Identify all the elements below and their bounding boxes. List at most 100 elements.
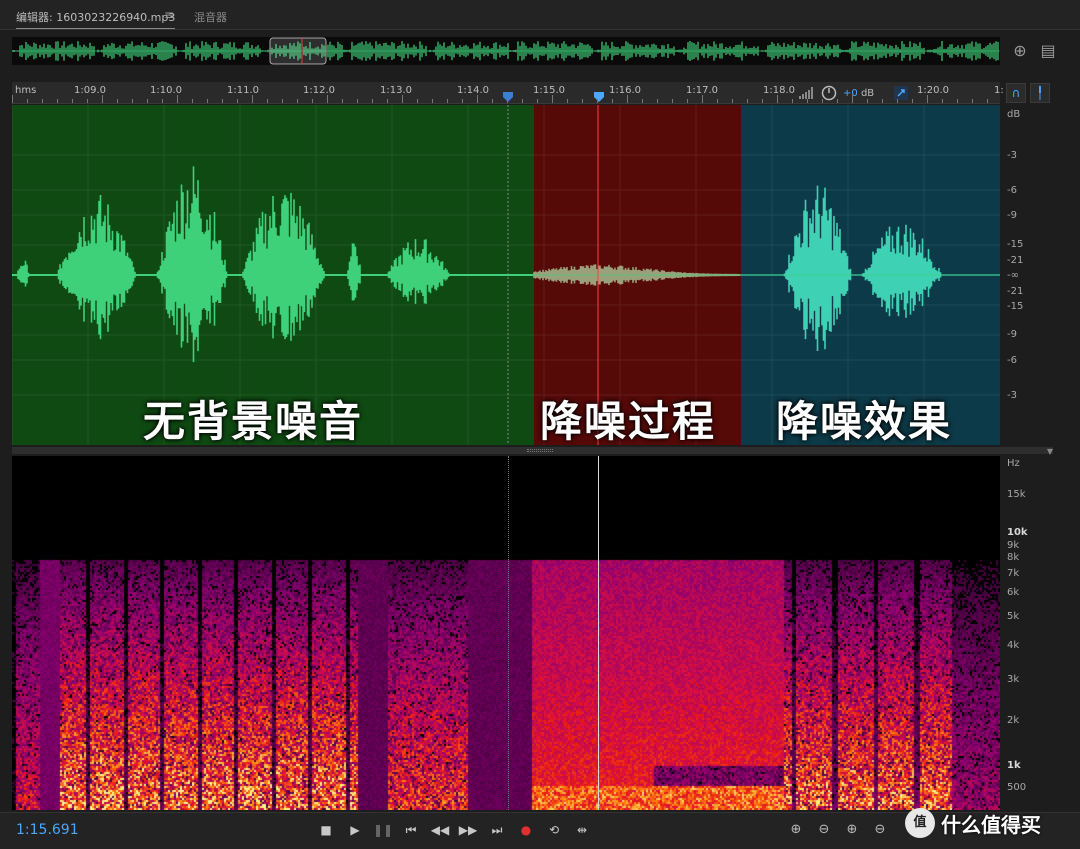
- zoom-in-time-icon[interactable]: ⊕: [842, 821, 862, 839]
- ruler-tick-mark: [207, 99, 208, 103]
- ruler-tick-label: 1:: [994, 85, 1004, 96]
- ruler-tick-mark: [747, 99, 748, 103]
- ruler-tick-mark: [477, 95, 478, 103]
- db-label: -15: [1007, 301, 1024, 312]
- collapse-caret-icon[interactable]: ▼: [1047, 447, 1053, 456]
- ruler-tick-mark: [102, 95, 103, 103]
- ruler-tick-mark: [852, 95, 853, 103]
- ruler-tick-mark: [177, 95, 178, 103]
- skip-to-start-icon[interactable]: ⏮: [401, 821, 421, 839]
- db-label: -9: [1007, 210, 1017, 221]
- db-label: -21: [1007, 286, 1024, 297]
- pin-icon[interactable]: [894, 86, 909, 100]
- ruler-tick-label: 1:18.0: [763, 85, 795, 96]
- current-timecode[interactable]: 1:15.691: [16, 822, 79, 838]
- playhead-marker-icon[interactable]: [594, 92, 604, 102]
- playhead-line: [598, 456, 599, 810]
- snap-magnet-icon[interactable]: ∩: [1006, 83, 1026, 103]
- ruler-tick-mark: [597, 99, 598, 103]
- hz-unit: Hz: [1007, 458, 1020, 469]
- ruler-tick-mark: [657, 99, 658, 103]
- ruler-tick-mark: [42, 99, 43, 103]
- ruler-hud: +0 dB: [795, 84, 913, 102]
- ruler-tick-mark: [432, 99, 433, 103]
- stop-icon[interactable]: ■: [316, 821, 336, 839]
- hz-label: 15k: [1007, 489, 1026, 500]
- skip-selection-icon[interactable]: ⇹: [572, 821, 592, 839]
- label-no-noise: 无背景噪音: [143, 397, 364, 446]
- ruler-tick-mark: [522, 99, 523, 103]
- ruler-tick-mark: [27, 99, 28, 103]
- play-icon[interactable]: ▶: [345, 821, 365, 839]
- tab-editor[interactable]: 编辑器: 1603023226940.mp3: [16, 9, 176, 29]
- ruler-tick-label: 1:13.0: [380, 85, 412, 96]
- hz-label: 500: [1007, 782, 1027, 793]
- ruler-tick-mark: [957, 99, 958, 103]
- gain-readout[interactable]: +0 dB: [843, 88, 874, 99]
- hz-label: 8k: [1007, 552, 1020, 563]
- rewind-icon[interactable]: ◀◀: [430, 821, 450, 839]
- record-icon[interactable]: ●: [516, 821, 536, 839]
- fast-forward-icon[interactable]: ▶▶: [458, 821, 478, 839]
- ruler-tick-mark: [87, 99, 88, 103]
- ruler-tick-label: 1:20.0: [917, 85, 949, 96]
- ruler-tick-mark: [912, 99, 913, 103]
- ruler-tick-mark: [627, 95, 628, 103]
- ruler-tick-label: 1:16.0: [609, 85, 641, 96]
- divider-grip[interactable]: [527, 449, 553, 452]
- ruler-tick-mark: [357, 99, 358, 103]
- ruler-tick-mark: [642, 99, 643, 103]
- tab-mixer[interactable]: 混音器: [194, 9, 227, 25]
- volume-knob-icon[interactable]: [821, 85, 837, 101]
- ruler-tick-mark: [762, 99, 763, 103]
- overview-waveform[interactable]: [12, 37, 1000, 65]
- zoom-in-amplitude-icon[interactable]: ⊕: [786, 821, 806, 839]
- hz-label: 5k: [1007, 611, 1020, 622]
- ruler-tick-mark: [507, 99, 508, 103]
- spectrogram-panel[interactable]: [12, 456, 1000, 810]
- ruler-tick-mark: [492, 99, 493, 103]
- hz-label: 10k: [1007, 527, 1028, 538]
- db-label: -3: [1007, 390, 1017, 401]
- watermark-text: 什么值得买: [941, 812, 1041, 837]
- zoom-out-amplitude-icon[interactable]: ⊖: [814, 821, 834, 839]
- pause-icon[interactable]: ❚❚: [373, 821, 393, 839]
- ruler-tick-mark: [612, 99, 613, 103]
- db-unit: dB: [1007, 109, 1021, 120]
- panel-menu-icon[interactable]: ▤: [1038, 41, 1058, 61]
- ruler-tick-mark: [582, 99, 583, 103]
- db-label: -6: [1007, 355, 1017, 366]
- marker-in-icon[interactable]: [503, 92, 513, 102]
- skip-to-end-icon[interactable]: ⏭: [487, 821, 507, 839]
- watermark-badge: 值: [905, 808, 935, 838]
- ruler-tick-mark: [702, 95, 703, 103]
- ruler-tick-mark: [807, 99, 808, 103]
- ruler-tick-mark: [387, 99, 388, 103]
- gain-value: +0: [843, 87, 858, 99]
- ruler-tick-label: 1:14.0: [457, 85, 489, 96]
- marker-pin-icon[interactable]: ╿: [1030, 83, 1050, 103]
- ruler-tick-label: 1:15.0: [533, 85, 565, 96]
- ruler-tick-label: 1:11.0: [227, 85, 259, 96]
- hz-axis: Hz 15k 10k 9k 8k 7k 6k 5k 4k 3k 2k 1k 50…: [1001, 456, 1080, 810]
- level-bars-icon: [799, 87, 813, 99]
- hz-label: 7k: [1007, 568, 1020, 579]
- ruler-tick-mark: [267, 99, 268, 103]
- zoom-navigator-icon[interactable]: ⊕: [1010, 41, 1030, 61]
- zoom-out-time-icon[interactable]: ⊖: [870, 821, 890, 839]
- ruler-tick-mark: [372, 99, 373, 103]
- hz-label: 1k: [1007, 760, 1021, 771]
- ruler-tick-mark: [252, 95, 253, 103]
- hz-label: 3k: [1007, 674, 1020, 685]
- ruler-tick-mark: [72, 99, 73, 103]
- ruler-tick-mark: [327, 95, 328, 103]
- db-label: -9: [1007, 329, 1017, 340]
- ruler-tick-mark: [462, 99, 463, 103]
- ruler-tick-mark: [402, 95, 403, 103]
- hz-label: 6k: [1007, 587, 1020, 598]
- loop-icon[interactable]: ⟲: [544, 821, 564, 839]
- tab-menu-icon[interactable]: ≡: [164, 8, 174, 22]
- panel-divider[interactable]: ▼: [12, 447, 1053, 456]
- ruler-tick-mark: [342, 99, 343, 103]
- time-ruler[interactable]: hms +0 dB 1:09.0 1:10.0 1:11.0 1:12.0 1:13.0…: [12, 82, 1004, 104]
